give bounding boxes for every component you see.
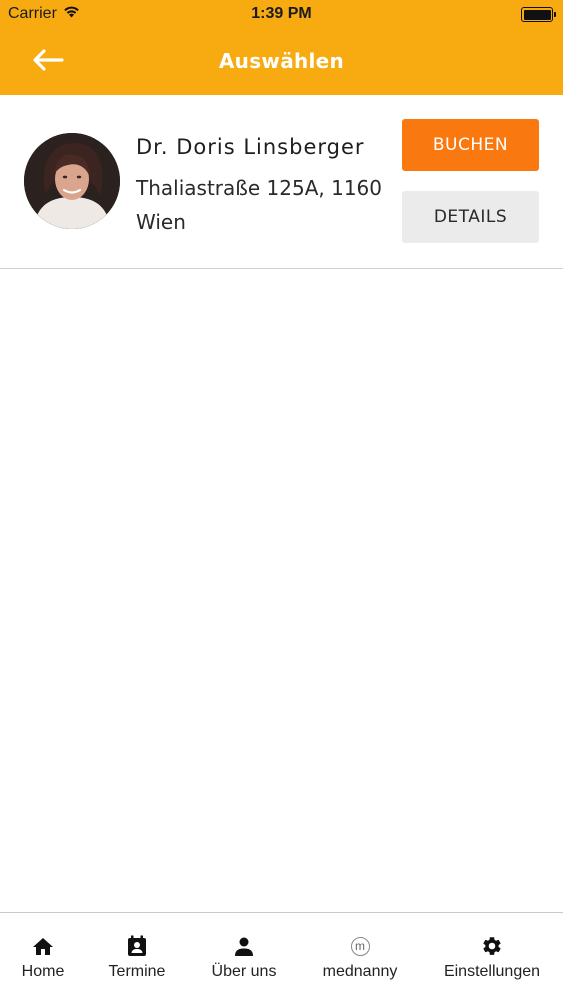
- person-icon: [234, 934, 254, 958]
- calendar-contact-icon: [126, 934, 148, 958]
- avatar: [24, 133, 120, 229]
- arrow-left-icon: [32, 49, 64, 75]
- battery-icon: [521, 7, 556, 22]
- tab-label-home: Home: [21, 963, 65, 980]
- app-header: Carrier 1:39 PM Auswählen: [0, 0, 563, 95]
- doctor-name: Dr. Doris Linsberger: [136, 135, 365, 159]
- back-button[interactable]: [26, 44, 70, 80]
- tab-termine[interactable]: Termine: [98, 913, 176, 1000]
- page-title: Auswählen: [218, 49, 345, 73]
- doctor-list-item: Dr. Doris Linsberger Thaliastraße 125A, …: [0, 95, 563, 269]
- tab-home[interactable]: Home: [8, 913, 78, 1000]
- gear-icon: [481, 934, 503, 958]
- tab-ueber-uns[interactable]: Über uns: [200, 913, 288, 1000]
- book-button[interactable]: BUCHEN: [402, 119, 539, 171]
- details-button[interactable]: DETAILS: [402, 191, 539, 243]
- mednanny-logo-icon: m: [350, 934, 370, 958]
- doctor-address: Thaliastraße 125A, 1160 Wien: [136, 176, 382, 234]
- navigation-bar: Auswählen: [0, 30, 563, 95]
- tab-label-mednanny: mednanny: [322, 963, 398, 980]
- tab-mednanny[interactable]: m mednanny: [312, 913, 408, 1000]
- tab-label-termine: Termine: [108, 963, 166, 980]
- tab-label-einstellungen: Einstellungen: [443, 963, 541, 980]
- home-icon: [32, 934, 54, 958]
- status-time: 1:39 PM: [251, 5, 312, 22]
- tab-einstellungen[interactable]: Einstellungen: [434, 913, 550, 1000]
- app-screen: Carrier 1:39 PM Auswählen Dr. Doris Lins…: [0, 0, 563, 1000]
- tab-label-ueber-uns: Über uns: [211, 963, 277, 980]
- status-bar: Carrier 1:39 PM: [0, 0, 563, 30]
- tab-bar: Home Termine Über uns m mednanny Einstel…: [0, 912, 563, 1000]
